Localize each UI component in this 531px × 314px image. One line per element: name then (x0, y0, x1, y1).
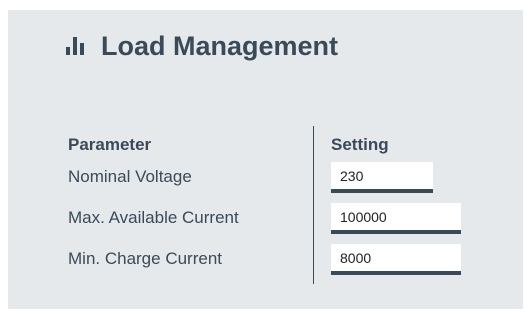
column-divider (313, 126, 314, 284)
setting-column: Setting (331, 134, 389, 156)
parameter-column: Parameter (68, 134, 151, 156)
param-label-max-available-current: Max. Available Current (68, 208, 239, 227)
panel-header: Load Management (66, 30, 338, 62)
parameter-column-header: Parameter (68, 135, 152, 154)
page-title: Load Management (101, 30, 339, 61)
load-management-panel: Load Management Parameter Nominal Voltag… (8, 10, 523, 309)
param-label-nominal-voltage: Nominal Voltage (68, 167, 192, 186)
min-charge-current-input[interactable] (331, 244, 461, 275)
nominal-voltage-input[interactable] (331, 162, 433, 193)
param-label-min-charge-current: Min. Charge Current (68, 249, 223, 268)
bar-chart-icon (66, 37, 86, 55)
setting-column-header: Setting (331, 135, 389, 154)
max-available-current-input[interactable] (331, 203, 461, 234)
